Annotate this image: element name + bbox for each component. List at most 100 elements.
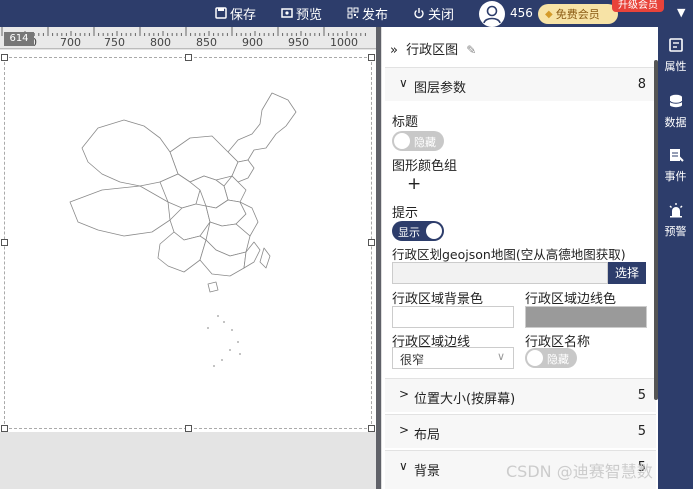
qrcode-icon — [347, 7, 359, 19]
map-region-xinjiang[interactable] — [81, 119, 179, 187]
section-count: 5 — [637, 388, 646, 403]
section-count: 5 — [637, 424, 646, 439]
ruler-ticks — [1, 27, 366, 36]
panel-title: 行政区图 — [406, 43, 459, 58]
resize-handle-s[interactable] — [185, 425, 192, 432]
publish-button[interactable]: 发布 — [347, 4, 389, 23]
avatar[interactable] — [479, 1, 505, 27]
color-group-label: 图形颜色组 — [392, 159, 458, 174]
preview-button[interactable]: 预览 — [281, 4, 323, 23]
area-border-color-picker[interactable] — [525, 306, 647, 328]
power-icon — [414, 8, 424, 19]
property-panel: » 行政区图 ✎ ∨ 图层参数 8 标题 隐藏 图形颜色组 + 提示 显示 行政… — [381, 27, 658, 489]
chevron-down-icon[interactable]: ▼ — [677, 6, 685, 19]
ruler-label: 1000 — [330, 36, 358, 49]
title-label: 标题 — [392, 115, 419, 130]
right-sidebar: 属性 数据 事件 预警 — [658, 27, 693, 489]
chevron-down-icon: ∨ — [399, 459, 408, 473]
title-toggle[interactable]: 隐藏 — [392, 131, 444, 151]
section-label: 背景 — [414, 464, 441, 479]
area-name-toggle[interactable]: 隐藏 — [525, 348, 577, 368]
geojson-label: 行政区划geojson地图(空从高德地图获取) — [392, 247, 626, 262]
close-button[interactable]: 关闭 — [413, 4, 455, 23]
section-layer-params[interactable]: ∨ 图层参数 8 — [385, 67, 656, 101]
area-bg-color-picker[interactable] — [392, 306, 514, 328]
toggle-text: 隐藏 — [414, 136, 436, 149]
sidebar-item-properties[interactable]: 属性 — [658, 37, 693, 74]
area-bg-color-label: 行政区域背景色 — [392, 292, 484, 307]
resize-handle-w[interactable] — [1, 239, 8, 246]
map-region-northeast[interactable] — [227, 92, 297, 163]
user-id: 456 — [510, 6, 533, 20]
sidebar-item-data[interactable]: 数据 — [658, 93, 693, 130]
map-region-hainan[interactable] — [207, 281, 219, 293]
resize-handle-nw[interactable] — [1, 54, 8, 61]
ruler-position-indicator: 614 — [4, 32, 34, 46]
geojson-input[interactable] — [392, 262, 608, 284]
database-icon — [669, 94, 682, 108]
area-border-select[interactable]: 很窄 ∨ — [392, 347, 514, 369]
watermark: CSDN @迪赛智慧数 — [506, 462, 653, 481]
toggle-knob — [394, 133, 410, 149]
map-region-taiwan[interactable] — [259, 247, 271, 269]
save-button[interactable]: 保存 — [215, 4, 257, 23]
sidebar-item-events[interactable]: 事件 — [658, 147, 693, 184]
sidebar-item-label: 属性 — [664, 60, 687, 73]
select-geojson-button[interactable]: 选择 — [608, 262, 646, 284]
publish-label: 发布 — [362, 7, 389, 23]
panel-header: » 行政区图 ✎ — [390, 39, 476, 58]
china-map[interactable] — [40, 90, 300, 380]
horizontal-ruler: 650 700 750 800 850 900 950 1000 — [0, 27, 378, 49]
ruler-label: 700 — [60, 36, 81, 49]
section-position-size[interactable]: > 位置大小(按屏幕) 5 — [385, 378, 656, 412]
member-badge[interactable]: ◆ 免费会员 — [538, 4, 618, 24]
ruler-label: 750 — [104, 36, 125, 49]
resize-handle-ne[interactable] — [368, 54, 375, 61]
tooltip-label: 提示 — [392, 206, 419, 221]
ruler-label: 850 — [196, 36, 217, 49]
upgrade-button[interactable]: 升级会员 — [612, 0, 664, 12]
ruler-label: 950 — [288, 36, 309, 49]
resize-handle-n[interactable] — [185, 54, 192, 61]
toggle-text: 显示 — [398, 226, 420, 239]
resize-handle-se[interactable] — [368, 425, 375, 432]
properties-icon — [668, 38, 683, 52]
chevron-right-icon: > — [399, 387, 410, 401]
preview-icon — [281, 8, 293, 18]
map-region-tibet[interactable] — [69, 185, 171, 237]
toggle-knob — [426, 223, 442, 239]
add-color-icon[interactable]: + — [407, 174, 421, 194]
save-label: 保存 — [230, 7, 257, 23]
collapse-panel-icon[interactable]: » — [390, 43, 398, 58]
preview-label: 预览 — [296, 7, 323, 23]
section-label: 布局 — [414, 428, 441, 443]
chevron-right-icon: > — [399, 423, 410, 437]
user-icon — [483, 5, 501, 24]
resize-handle-sw[interactable] — [1, 425, 8, 432]
event-icon — [669, 149, 684, 162]
section-label: 位置大小(按屏幕) — [414, 392, 516, 407]
top-toolbar: 保存 预览 发布 关闭 456 ◆ 免费会员 升级会员 ▼ — [0, 0, 693, 27]
save-icon — [215, 7, 227, 19]
sidebar-item-alerts[interactable]: 预警 — [658, 202, 693, 239]
sidebar-item-label: 数据 — [664, 116, 687, 129]
sidebar-item-label: 事件 — [664, 170, 687, 183]
toggle-knob — [527, 350, 543, 366]
sidebar-item-label: 预警 — [664, 225, 687, 238]
resize-handle-e[interactable] — [368, 239, 375, 246]
close-label: 关闭 — [428, 7, 455, 23]
ruler-label: 900 — [242, 36, 263, 49]
select-value: 很窄 — [400, 353, 425, 367]
section-label: 图层参数 — [414, 81, 467, 96]
toggle-text: 隐藏 — [547, 353, 569, 366]
section-count: 8 — [637, 77, 646, 92]
member-badge-label: 免费会员 — [555, 8, 600, 21]
alarm-icon — [669, 203, 682, 218]
diamond-icon: ◆ — [545, 8, 553, 20]
section-layout[interactable]: > 布局 5 — [385, 414, 656, 448]
chevron-down-icon: ∨ — [399, 76, 408, 90]
edit-icon[interactable]: ✎ — [466, 43, 476, 57]
chevron-down-icon: ∨ — [496, 350, 505, 363]
map-region-yunnan-guizhou[interactable] — [157, 231, 207, 273]
tooltip-toggle[interactable]: 显示 — [392, 221, 444, 241]
